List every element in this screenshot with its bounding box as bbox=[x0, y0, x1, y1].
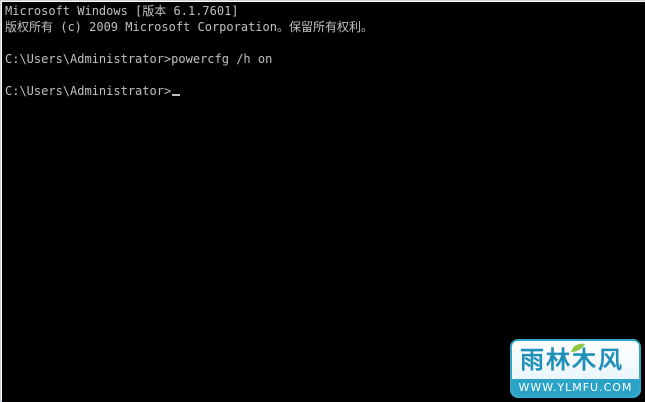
console-line-prompt[interactable]: C:\Users\Administrator> bbox=[5, 83, 181, 99]
console-line-command: C:\Users\Administrator>powercfg /h on bbox=[5, 52, 273, 66]
watermark-brand-text: 雨林木风 bbox=[520, 346, 624, 374]
watermark-top: 雨林木风 bbox=[512, 341, 639, 379]
console-line-version: Microsoft Windows [版本 6.1.7601] bbox=[5, 4, 239, 18]
text-cursor bbox=[172, 94, 181, 96]
prompt-text: C:\Users\Administrator> bbox=[5, 84, 172, 98]
watermark-logo: 雨林木风 WWW.YLMFU.COM bbox=[510, 339, 641, 398]
console-window: Microsoft Windows [版本 6.1.7601] 版权所有 (c)… bbox=[0, 0, 645, 402]
watermark-url: WWW.YLMFU.COM bbox=[512, 379, 639, 396]
console-line-copyright: 版权所有 (c) 2009 Microsoft Corporation。保留所有… bbox=[5, 20, 373, 34]
